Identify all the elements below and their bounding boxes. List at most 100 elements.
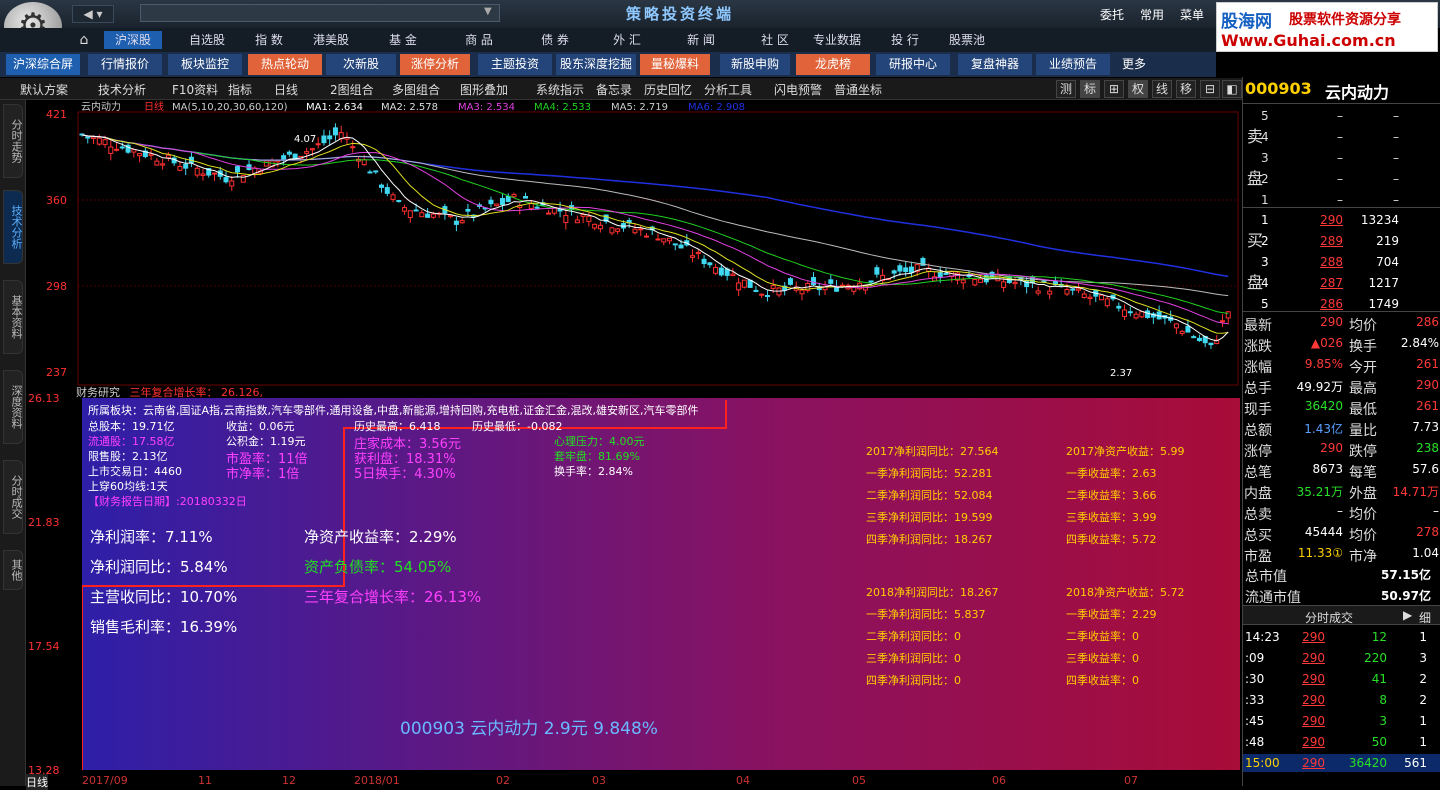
trade-time: :48 bbox=[1245, 735, 1265, 749]
subnav-quotes[interactable]: 行情报价 bbox=[88, 54, 162, 75]
subnav-research[interactable]: 研报中心 bbox=[876, 54, 950, 75]
date-tick: 02 bbox=[496, 774, 510, 787]
subnav-hs-overview[interactable]: 沪深综合屏 bbox=[6, 54, 80, 75]
ad-banner[interactable]: 股海网 股票软件资源分享 Www.Guhai.com.cn bbox=[1216, 2, 1438, 52]
subnav-hot-rotation[interactable]: 热点轮动 bbox=[248, 54, 322, 75]
buy-level: 2 bbox=[1261, 234, 1269, 248]
tb-normal-axis[interactable]: 普通坐标 bbox=[834, 81, 882, 98]
trading-days: 上市交易日：4460 bbox=[88, 465, 182, 478]
nav-forex[interactable]: 外 汇 bbox=[596, 31, 658, 49]
nav-stock-pool[interactable]: 股票池 bbox=[936, 31, 998, 49]
nav-watchlist[interactable]: 自选股 bbox=[178, 31, 236, 49]
stat-label: 总笔 bbox=[1244, 465, 1272, 481]
subnav-leak[interactable]: 量秘爆料 bbox=[640, 54, 710, 75]
rights-button[interactable]: 权 bbox=[1128, 80, 1148, 98]
subnav-replay[interactable]: 复盘神器 bbox=[958, 54, 1032, 75]
tb-memo[interactable]: 备忘录 bbox=[596, 81, 632, 98]
candle-body bbox=[1185, 325, 1191, 333]
nav-commodity[interactable]: 商 品 bbox=[448, 31, 510, 49]
nav-hs-stock[interactable]: 沪深股 bbox=[104, 31, 162, 49]
r1-item: 三季净利润同比：19.599 bbox=[866, 511, 993, 524]
candle-body bbox=[960, 279, 966, 284]
detail-button[interactable]: 细 bbox=[1419, 609, 1431, 626]
buy-row: 4 287 1217 bbox=[1243, 274, 1440, 292]
chevron-down-icon[interactable]: ▼ bbox=[484, 6, 492, 17]
nav-fund[interactable]: 基 金 bbox=[372, 31, 434, 49]
trade-row: :45 290 3 1 bbox=[1243, 712, 1440, 730]
buy-level: 1 bbox=[1261, 213, 1269, 227]
tab-basic-info[interactable]: 基本资料 bbox=[3, 280, 23, 354]
tb-indicator[interactable]: 指标 bbox=[228, 81, 252, 98]
nav-community[interactable]: 社 区 bbox=[744, 31, 806, 49]
tab-intraday[interactable]: 分时走势 bbox=[3, 104, 23, 178]
zoom-icon[interactable]: ⊟ bbox=[1200, 80, 1220, 98]
tb-two-chart[interactable]: 2图组合 bbox=[330, 81, 374, 98]
subnav-new-stock[interactable]: 次新股 bbox=[326, 54, 396, 75]
period-button[interactable]: 日线 bbox=[26, 774, 48, 790]
tab-other[interactable]: 其他 bbox=[3, 550, 23, 590]
trade-count: 2 bbox=[1419, 693, 1427, 707]
candle-body bbox=[574, 219, 580, 224]
tab-trade-detail[interactable]: 分时成交 bbox=[3, 460, 23, 534]
tab-deep-info[interactable]: 深度资料 bbox=[3, 370, 23, 444]
nav-news[interactable]: 新 闻 bbox=[670, 31, 732, 49]
tb-flash-alert[interactable]: 闪电预警 bbox=[774, 81, 822, 98]
move-button[interactable]: 移 bbox=[1176, 80, 1196, 98]
tb-tech-analysis[interactable]: 技术分析 bbox=[98, 81, 146, 98]
tb-f10[interactable]: F10资料 bbox=[172, 81, 218, 98]
subnav-limit-analysis[interactable]: 涨停分析 bbox=[400, 54, 470, 75]
tb-multi-chart[interactable]: 多图组合 bbox=[392, 81, 440, 98]
mark-button[interactable]: 标 bbox=[1080, 80, 1100, 98]
stat-label: 今开 bbox=[1349, 360, 1377, 376]
tb-analysis-tools[interactable]: 分析工具 bbox=[704, 81, 752, 98]
high-marker: 4.07 bbox=[294, 134, 316, 145]
back-forward-button[interactable]: ◀ ▾ bbox=[72, 5, 114, 23]
ind-tick: 21.83 bbox=[28, 516, 60, 529]
nav-ib[interactable]: 投 行 bbox=[874, 31, 936, 49]
home-icon[interactable]: ⌂ bbox=[72, 31, 96, 49]
measure-button[interactable]: 测 bbox=[1056, 80, 1076, 98]
sector-list: 所属板块：云南省,国证A指,云南指数,汽车零部件,通用设备,中盘,新能源,增持回… bbox=[88, 404, 699, 417]
nav-bond[interactable]: 债 券 bbox=[524, 31, 586, 49]
menu-common[interactable]: 常用 bbox=[1140, 6, 1164, 23]
nav-index[interactable]: 指 数 bbox=[238, 31, 300, 49]
play-icon[interactable]: ▶ bbox=[1403, 608, 1412, 622]
buy-volume: 13234 bbox=[1360, 213, 1399, 227]
menu-main[interactable]: 菜单 bbox=[1180, 6, 1204, 23]
subnav-shareholder[interactable]: 股东深度挖掘 bbox=[556, 54, 636, 75]
panel-toggle-icon[interactable]: ◧ bbox=[1222, 80, 1242, 98]
candle-body bbox=[546, 212, 552, 215]
tab-tech-analysis[interactable]: 技术分析 bbox=[3, 190, 23, 264]
crosshair-icon[interactable]: ⊞ bbox=[1104, 80, 1124, 98]
search-input[interactable] bbox=[140, 4, 500, 22]
stat-row: 涨停 290 跌停 238 bbox=[1243, 439, 1440, 460]
tb-sys-indicator[interactable]: 系统指示 bbox=[536, 81, 584, 98]
subnav-dragon-tiger[interactable]: 龙虎榜 bbox=[796, 54, 870, 75]
candle-body bbox=[1070, 288, 1076, 291]
line-button[interactable]: 线 bbox=[1152, 80, 1172, 98]
tab-trade-list[interactable]: 分时成交 bbox=[1305, 609, 1353, 626]
subnav-more[interactable]: 更多 bbox=[1116, 54, 1152, 75]
stat-row: 涨跌 ▲026 换手 2.84% bbox=[1243, 334, 1440, 355]
nav-hk-us[interactable]: 港美股 bbox=[300, 31, 362, 49]
kline-chart[interactable]: 421 360 298 237 云内动力 日线 MA(5,10,20,30,60… bbox=[26, 100, 1242, 386]
tb-history[interactable]: 历史回忆 bbox=[644, 81, 692, 98]
subnav-sector-monitor[interactable]: 板块监控 bbox=[168, 54, 242, 75]
date-tick: 03 bbox=[592, 774, 606, 787]
candle-body bbox=[114, 148, 120, 151]
subnav-theme-invest[interactable]: 主题投资 bbox=[478, 54, 552, 75]
trade-price: 290 bbox=[1302, 651, 1325, 665]
buy-volume: 704 bbox=[1376, 255, 1399, 269]
menu-entrust[interactable]: 委托 bbox=[1100, 6, 1124, 23]
stat-label: 外盘 bbox=[1349, 486, 1377, 502]
subnav-earnings[interactable]: 业绩预告 bbox=[1036, 54, 1110, 75]
tb-overlay[interactable]: 图形叠加 bbox=[460, 81, 508, 98]
candle-body bbox=[713, 266, 719, 274]
tb-default-scheme[interactable]: 默认方案 bbox=[20, 81, 68, 98]
stat-value: 9.85% bbox=[1304, 357, 1343, 371]
stat-value: 35.21万 bbox=[1296, 485, 1343, 499]
subnav-ipo[interactable]: 新股申购 bbox=[720, 54, 790, 75]
nav-pro-data[interactable]: 专业数据 bbox=[806, 31, 868, 49]
candle-body bbox=[327, 135, 333, 140]
tb-daily[interactable]: 日线 bbox=[274, 81, 298, 98]
